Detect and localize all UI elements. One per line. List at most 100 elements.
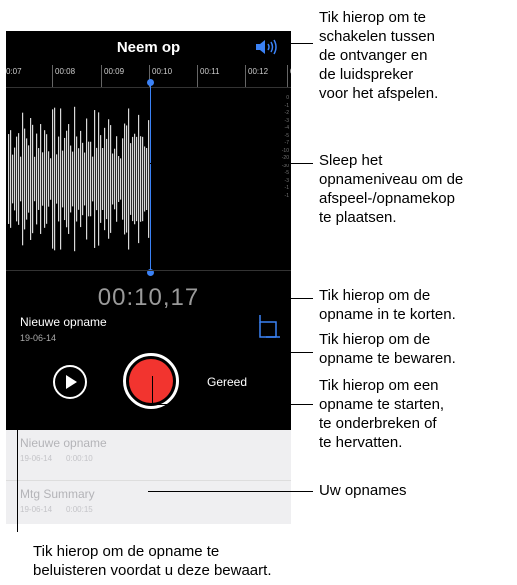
done-button[interactable]: Gereed <box>207 375 247 389</box>
list-item[interactable]: Nieuwe opname 19-06-14 0:00:10 <box>6 430 291 481</box>
waveform-bar <box>132 136 134 222</box>
waveform-bar <box>20 156 22 202</box>
waveform-bar <box>90 141 92 217</box>
level-label: -2 <box>284 110 289 116</box>
waveform-bar <box>74 106 76 252</box>
waveform-bar <box>146 147 148 211</box>
waveform-bar <box>138 114 140 244</box>
waveform-bar <box>52 109 54 249</box>
recordings-list[interactable]: Nieuwe opname 19-06-14 0:00:10 Mtg Summar… <box>6 430 291 524</box>
waveform-bar <box>28 145 30 213</box>
callout-trim: Tik hierop om de opname in te korten. <box>319 287 456 323</box>
waveform-bar <box>16 136 18 222</box>
level-label: -7 <box>284 140 289 146</box>
callout-playhead: Sleep het opnameniveau om de afspeel-/opna… <box>319 152 464 226</box>
waveform-bar <box>114 148 116 210</box>
level-label: -5 <box>284 132 289 139</box>
leader-line <box>17 352 18 532</box>
level-label: -3 <box>284 117 289 124</box>
waveform-bar <box>106 138 108 220</box>
ruler-tick: 00:08 <box>52 65 75 87</box>
waveform-bar <box>58 136 60 222</box>
ruler-tick: 00:12 <box>245 65 268 87</box>
waveform-bar <box>88 141 90 217</box>
waveform-bar <box>128 108 130 250</box>
waveform-bar <box>96 147 98 211</box>
record-button[interactable] <box>123 353 179 409</box>
divider <box>6 270 291 271</box>
waveform-bar <box>34 156 36 202</box>
waveform-bar <box>32 124 34 234</box>
waveform-bar <box>64 137 66 221</box>
waveform-bar <box>108 119 110 239</box>
list-item-meta: 19-06-14 0:00:15 <box>20 505 93 514</box>
recording-date: 19-06-14 <box>20 333 57 343</box>
waveform-bar <box>62 150 64 208</box>
waveform-bar <box>48 151 50 207</box>
waveform-bar <box>86 118 88 240</box>
level-label: -1 <box>284 192 289 199</box>
playhead-handle-top[interactable] <box>147 79 154 86</box>
waveform-bar <box>84 152 86 206</box>
waveform-bar <box>124 123 126 235</box>
level-label: 0 <box>286 95 289 101</box>
leader-line <box>260 352 313 353</box>
waveform-bar <box>136 136 138 222</box>
waveform-bar <box>40 124 42 234</box>
playhead[interactable] <box>150 81 151 273</box>
waveform-bar <box>104 127 106 231</box>
list-item-title: Nieuwe opname <box>20 436 107 450</box>
waveform-bar <box>120 158 122 200</box>
waveform-bar <box>78 148 80 210</box>
waveform-bar <box>60 108 62 250</box>
waveform-bar <box>44 130 46 228</box>
waveform-bar <box>54 107 56 251</box>
list-item[interactable]: Mtg Summary 19-06-14 0:00:15 <box>6 481 291 524</box>
waveform-bar <box>122 138 124 220</box>
waveform-bar <box>100 135 102 223</box>
callout-done: Tik hierop om de opname te bewaren. <box>319 331 456 367</box>
level-label: -5 <box>284 170 289 176</box>
page-title: Neem op <box>116 39 181 56</box>
play-button[interactable] <box>53 365 87 399</box>
level-label: -10 <box>281 147 289 154</box>
level-label: -1 <box>284 185 289 191</box>
leader-line <box>148 491 313 492</box>
level-label: -3 <box>284 177 289 184</box>
waveform-bar <box>26 138 28 220</box>
time-display: 00:10,17 <box>97 284 200 311</box>
waveform-bar <box>70 145 72 213</box>
waveform-bar <box>10 130 12 228</box>
record-icon <box>129 359 173 403</box>
list-item-title: Mtg Summary <box>20 487 95 501</box>
leader-line <box>152 376 153 404</box>
speaker-icon[interactable] <box>254 38 278 56</box>
waveform-bar <box>118 156 120 202</box>
trim-icon[interactable] <box>256 313 282 343</box>
waveform-bar <box>140 136 142 222</box>
waveform-bar <box>30 118 32 240</box>
waveform-bar <box>126 125 128 233</box>
waveform[interactable]: 0 -1 -2 -3 -4 -5 -7 -10 -20 -30 -5 -3 -1 -1 <box>6 87 291 271</box>
waveform-bar <box>12 154 14 204</box>
level-label: -20 <box>281 155 289 161</box>
waveform-bar <box>92 156 94 202</box>
leader-line <box>276 298 313 299</box>
waveform-bar <box>24 128 26 230</box>
ruler-tick: 0 <box>287 65 291 87</box>
callout-recordings: Uw opnames <box>319 482 407 499</box>
waveform-bar <box>98 112 100 246</box>
waveform-bar <box>142 136 144 222</box>
leader-line <box>152 404 313 405</box>
ruler-tick: 0:07 <box>6 67 22 76</box>
recording-name[interactable]: Nieuwe opname <box>20 315 107 329</box>
waveform-bar <box>18 133 20 225</box>
waveform-bar <box>36 133 38 225</box>
level-label: -4 <box>284 125 289 131</box>
waveform-bar <box>50 158 52 200</box>
waveform-bar <box>22 112 24 246</box>
waveform-bar <box>102 148 104 210</box>
waveform-bar <box>144 146 146 212</box>
waveform-bar <box>46 134 48 224</box>
waveform-bar <box>116 136 118 222</box>
